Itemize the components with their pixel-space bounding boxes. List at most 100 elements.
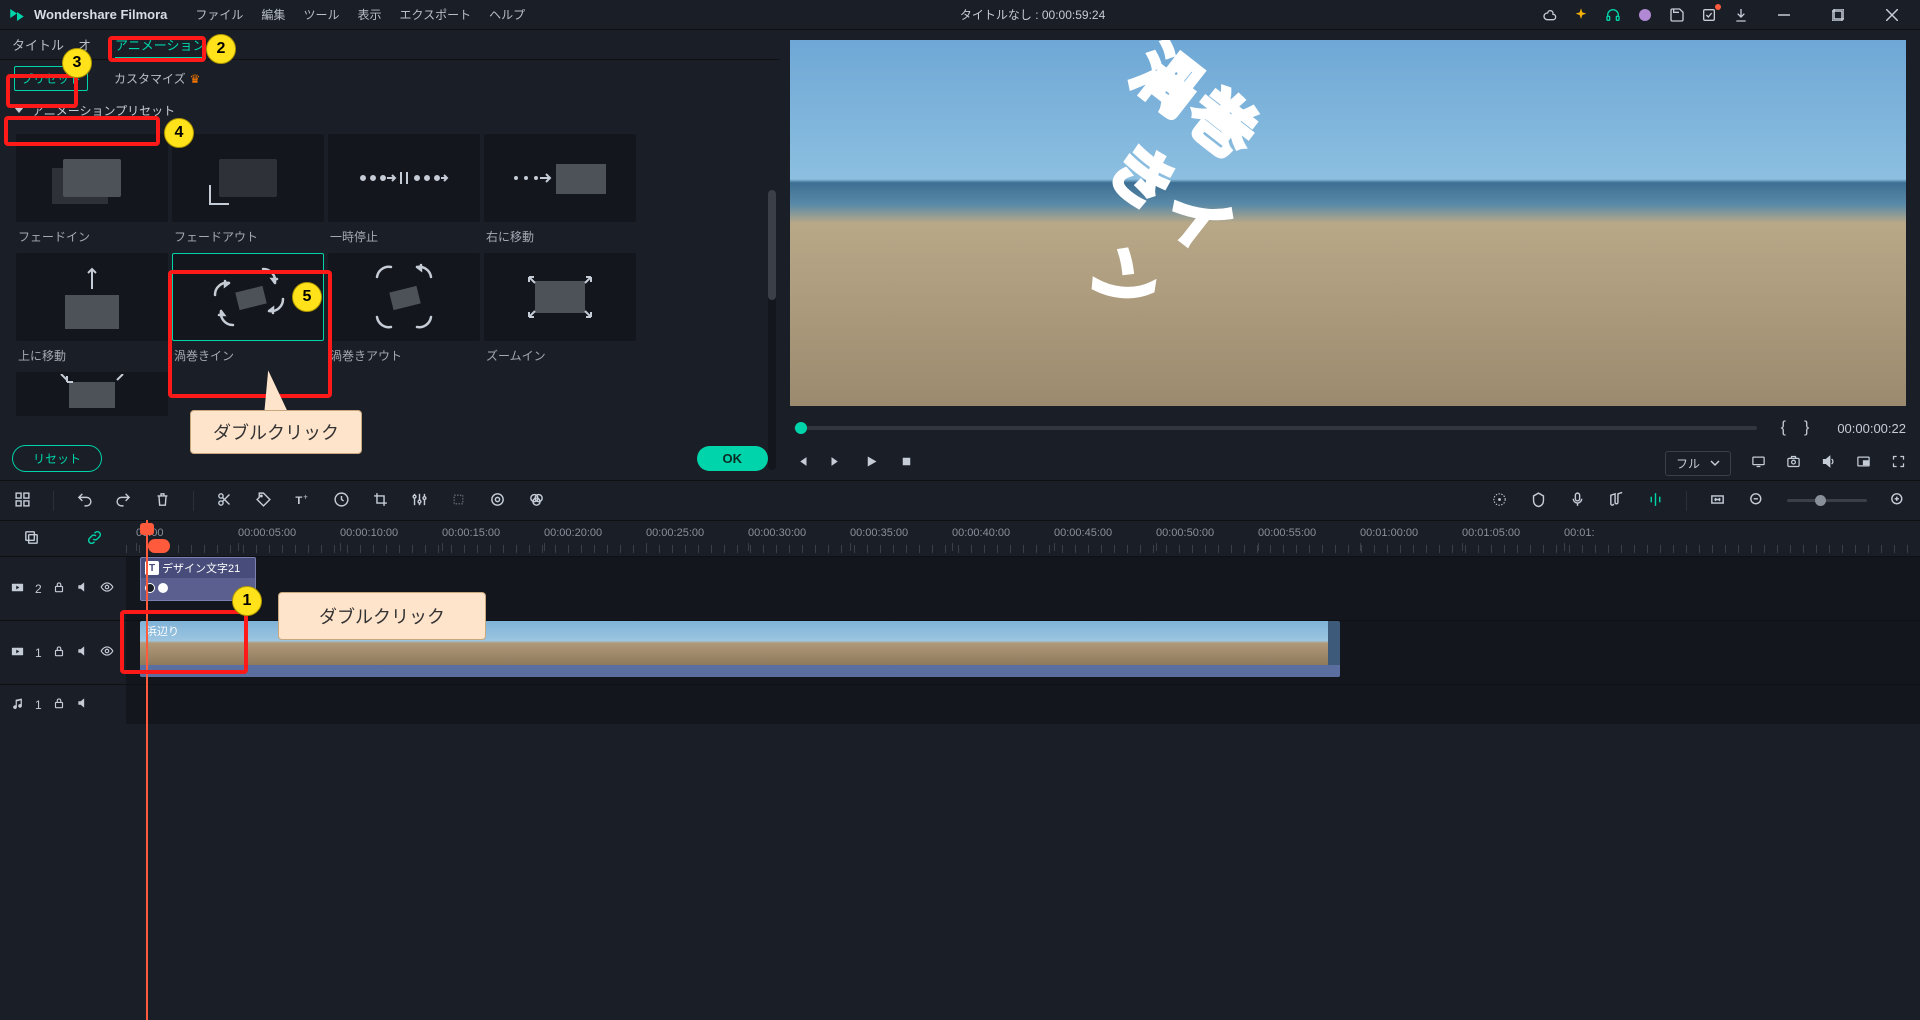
zoom-fit-icon[interactable]	[1709, 491, 1726, 511]
ruler-tick: 00:00:05:00	[238, 527, 296, 539]
copy-track-icon[interactable]	[23, 529, 40, 549]
audio-mix-icon[interactable]	[1608, 491, 1625, 511]
voiceover-icon[interactable]	[1569, 491, 1586, 511]
fullscreen-icon[interactable]	[1891, 454, 1906, 472]
next-frame-button[interactable]	[829, 454, 844, 472]
avatar-icon[interactable]	[1636, 6, 1654, 24]
text-add-icon[interactable]: T+	[294, 491, 311, 511]
volume-icon[interactable]	[1821, 454, 1836, 472]
ruler-tick: 00:00:45:00	[1054, 527, 1112, 539]
tab-animation[interactable]: アニメーション	[115, 31, 205, 58]
track-video-icon[interactable]	[10, 580, 25, 598]
ruler-tick: 00:00:25:00	[646, 527, 704, 539]
pip-icon[interactable]	[1856, 454, 1871, 472]
preview-timecode: 00:00:00:22	[1837, 421, 1906, 436]
track-number: 1	[35, 698, 42, 712]
cloud-icon[interactable]	[1540, 6, 1558, 24]
track-number: 1	[35, 646, 42, 660]
color-icon[interactable]	[489, 491, 506, 511]
track-audio-icon[interactable]	[10, 696, 25, 714]
preset-spiralout[interactable]: 渦巻きアウト	[328, 253, 480, 364]
split-icon[interactable]	[216, 491, 233, 511]
project-title: タイトルなし : 00:00:59:24	[525, 6, 1540, 23]
ruler-tick: 00:00:40:00	[952, 527, 1010, 539]
snap-icon[interactable]	[1647, 491, 1664, 511]
window-maximize[interactable]	[1818, 1, 1858, 29]
layout-icon[interactable]	[14, 491, 31, 511]
track-mute-icon[interactable]	[76, 644, 90, 661]
headset-icon[interactable]	[1604, 6, 1622, 24]
playhead[interactable]	[146, 520, 148, 1020]
window-close[interactable]	[1872, 1, 1912, 29]
preset-fadeout[interactable]: フェードアウト	[172, 134, 324, 245]
bracket-out[interactable]: }	[1804, 419, 1819, 437]
menu-help[interactable]: ヘルプ	[489, 6, 525, 23]
track-mute-icon[interactable]	[76, 696, 90, 713]
snapshot-icon[interactable]	[1786, 454, 1801, 472]
stop-button[interactable]	[899, 454, 914, 472]
track-lock-icon[interactable]	[52, 580, 66, 597]
effects-icon[interactable]	[450, 491, 467, 511]
zoom-in-icon[interactable]	[1889, 491, 1906, 511]
adjust-icon[interactable]	[411, 491, 428, 511]
premium-icon: ♛	[190, 72, 201, 86]
ruler-tick: 00:00:15:00	[442, 527, 500, 539]
save-icon[interactable]	[1668, 6, 1686, 24]
menu-export[interactable]: エクスポート	[399, 6, 471, 23]
preset-fadein[interactable]: フェードイン	[16, 134, 168, 245]
window-minimize[interactable]	[1764, 1, 1804, 29]
ok-button[interactable]: OK	[697, 446, 769, 471]
preset-moveright[interactable]: 右に移動	[484, 134, 636, 245]
ruler-tick: 00:00:10:00	[340, 527, 398, 539]
track-number: 2	[35, 582, 42, 596]
track-lock-icon[interactable]	[52, 696, 66, 713]
subtab-customize[interactable]: カスタマイズ♛	[108, 67, 206, 90]
undo-icon[interactable]	[76, 491, 93, 511]
play-button[interactable]	[864, 454, 879, 472]
clip-marker[interactable]	[152, 539, 166, 555]
chroma-icon[interactable]	[528, 491, 545, 511]
track-video-icon[interactable]	[10, 644, 25, 662]
speed-icon[interactable]	[333, 491, 350, 511]
menu-file[interactable]: ファイル	[195, 6, 243, 23]
marker-icon[interactable]	[1530, 491, 1547, 511]
timeline-ruler[interactable]: 00:0000:00:05:0000:00:10:0000:00:15:0000…	[0, 520, 1920, 556]
reset-button[interactable]: リセット	[12, 445, 102, 472]
menu-edit[interactable]: 編集	[261, 6, 285, 23]
track-visible-icon[interactable]	[100, 644, 114, 661]
prev-frame-button[interactable]	[794, 454, 809, 472]
link-icon[interactable]	[86, 529, 103, 549]
delete-icon[interactable]	[154, 491, 171, 511]
quality-select[interactable]: フル	[1665, 451, 1731, 476]
preset-scrollbar[interactable]	[768, 190, 776, 470]
preset-zoomin[interactable]: ズームイン	[484, 253, 636, 364]
track-mute-icon[interactable]	[76, 580, 90, 597]
ruler-tick: 00:00:55:00	[1258, 527, 1316, 539]
menu-tool[interactable]: ツール	[303, 6, 339, 23]
crop-icon[interactable]	[372, 491, 389, 511]
bracket-in[interactable]: {	[1781, 419, 1796, 437]
properties-panel: タイトル オ アニメーション プリセット カスタマイズ♛ アニメーションプリセッ…	[0, 30, 780, 480]
mix-icon[interactable]	[1491, 491, 1508, 511]
section-animation-presets[interactable]: アニメーションプリセット	[0, 96, 780, 124]
download-icon[interactable]	[1732, 6, 1750, 24]
checkbox-notify-icon[interactable]	[1700, 6, 1718, 24]
preset-moveup[interactable]: 上に移動	[16, 253, 168, 364]
zoom-slider[interactable]	[1787, 499, 1867, 502]
svg-text:T: T	[295, 494, 302, 506]
tag-icon[interactable]	[255, 491, 272, 511]
preview-seek-slider[interactable]	[794, 426, 1757, 430]
sparkle-icon[interactable]	[1572, 6, 1590, 24]
preview-viewport[interactable]: 渦巻 きイ ン	[790, 40, 1906, 406]
track-lock-icon[interactable]	[52, 644, 66, 661]
annotation-label-dblclick-5: ダブルクリック	[190, 410, 362, 454]
redo-icon[interactable]	[115, 491, 132, 511]
track-visible-icon[interactable]	[100, 580, 114, 597]
preset-pause[interactable]: 一時停止	[328, 134, 480, 245]
annotation-badge-2: 2	[206, 34, 236, 64]
zoom-out-icon[interactable]	[1748, 491, 1765, 511]
preset-zoomout[interactable]	[16, 372, 168, 422]
menu-view[interactable]: 表示	[357, 6, 381, 23]
tab-title[interactable]: タイトル	[12, 31, 64, 58]
display-icon[interactable]	[1751, 454, 1766, 472]
